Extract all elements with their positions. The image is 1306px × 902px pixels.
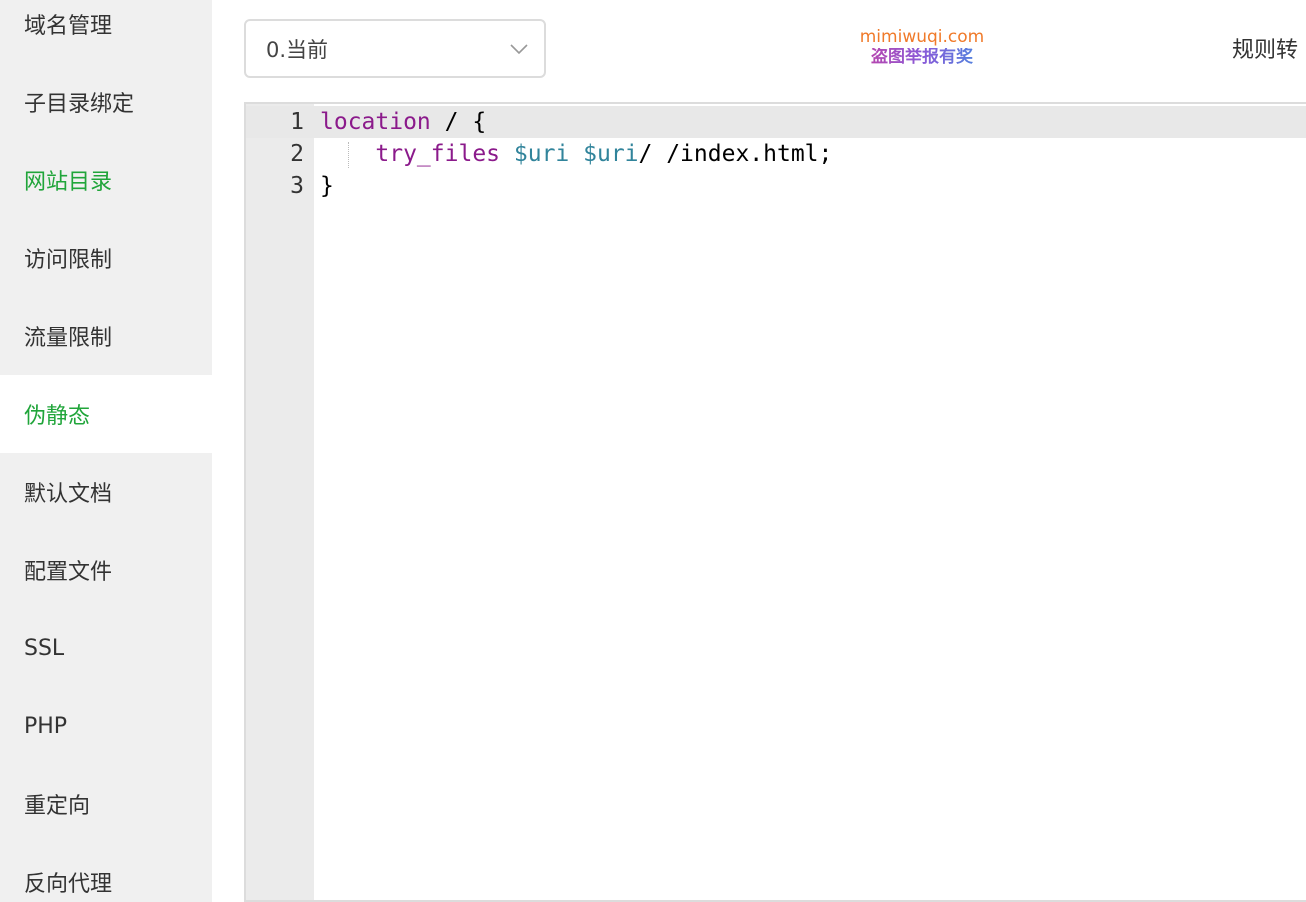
code-editor[interactable]: 1 location / { 2 try_files $uri $uri/ /i… [244,102,1306,902]
sidebar-item-php[interactable]: PHP [0,687,212,765]
code-line: 3 } [246,170,1306,202]
select-value: 0.当前 [266,37,329,62]
sidebar-item-subdirectory-binding[interactable]: 子目录绑定 [0,63,212,141]
indent-token [320,141,375,167]
code-token: / { [430,109,487,135]
keyword-token: try_files [375,141,501,167]
code-token: / /index.html; [638,141,833,167]
code-line: 2 try_files $uri $uri/ /index.html; [246,138,1306,170]
line-number: 2 [290,141,304,167]
code-text: location / { [320,106,486,138]
chevron-down-icon [510,44,528,55]
rule-convert-link[interactable]: 规则转 [1232,32,1298,64]
code-line: 1 location / { [246,106,1306,138]
sidebar-item-domain-management[interactable]: 域名管理 [0,0,212,63]
sidebar: 域名管理 子目录绑定 网站目录 访问限制 流量限制 伪静态 默认文档 配置文件 … [0,0,212,902]
sidebar-item-config-file[interactable]: 配置文件 [0,531,212,609]
watermark: mimiwuqi.com 盗图举报有奖 [850,27,994,68]
code-text: } [320,173,334,199]
sidebar-item-traffic-limit[interactable]: 流量限制 [0,297,212,375]
watermark-notice: 盗图举报有奖 [850,47,994,68]
keyword-token: location [320,109,431,135]
sidebar-item-ssl[interactable]: SSL [0,609,212,687]
sidebar-item-access-restriction[interactable]: 访问限制 [0,219,212,297]
rewrite-template-select[interactable]: 0.当前 [244,19,546,78]
site-settings-panel: 域名管理 子目录绑定 网站目录 访问限制 流量限制 伪静态 默认文档 配置文件 … [0,0,1306,902]
editor-gutter [246,104,314,900]
sidebar-item-url-rewrite[interactable]: 伪静态 [0,375,212,453]
sidebar-item-redirect[interactable]: 重定向 [0,765,212,843]
line-number: 1 [290,109,304,135]
sidebar-item-default-document[interactable]: 默认文档 [0,453,212,531]
sidebar-item-reverse-proxy[interactable]: 反向代理 [0,843,212,902]
watermark-domain: mimiwuqi.com [859,27,985,47]
variable-token: $uri [513,141,570,167]
line-number: 3 [290,173,304,199]
variable-token: $uri [583,141,639,167]
code-text: try_files $uri $uri/ /index.html; [320,138,832,170]
sidebar-item-site-directory[interactable]: 网站目录 [0,141,212,219]
